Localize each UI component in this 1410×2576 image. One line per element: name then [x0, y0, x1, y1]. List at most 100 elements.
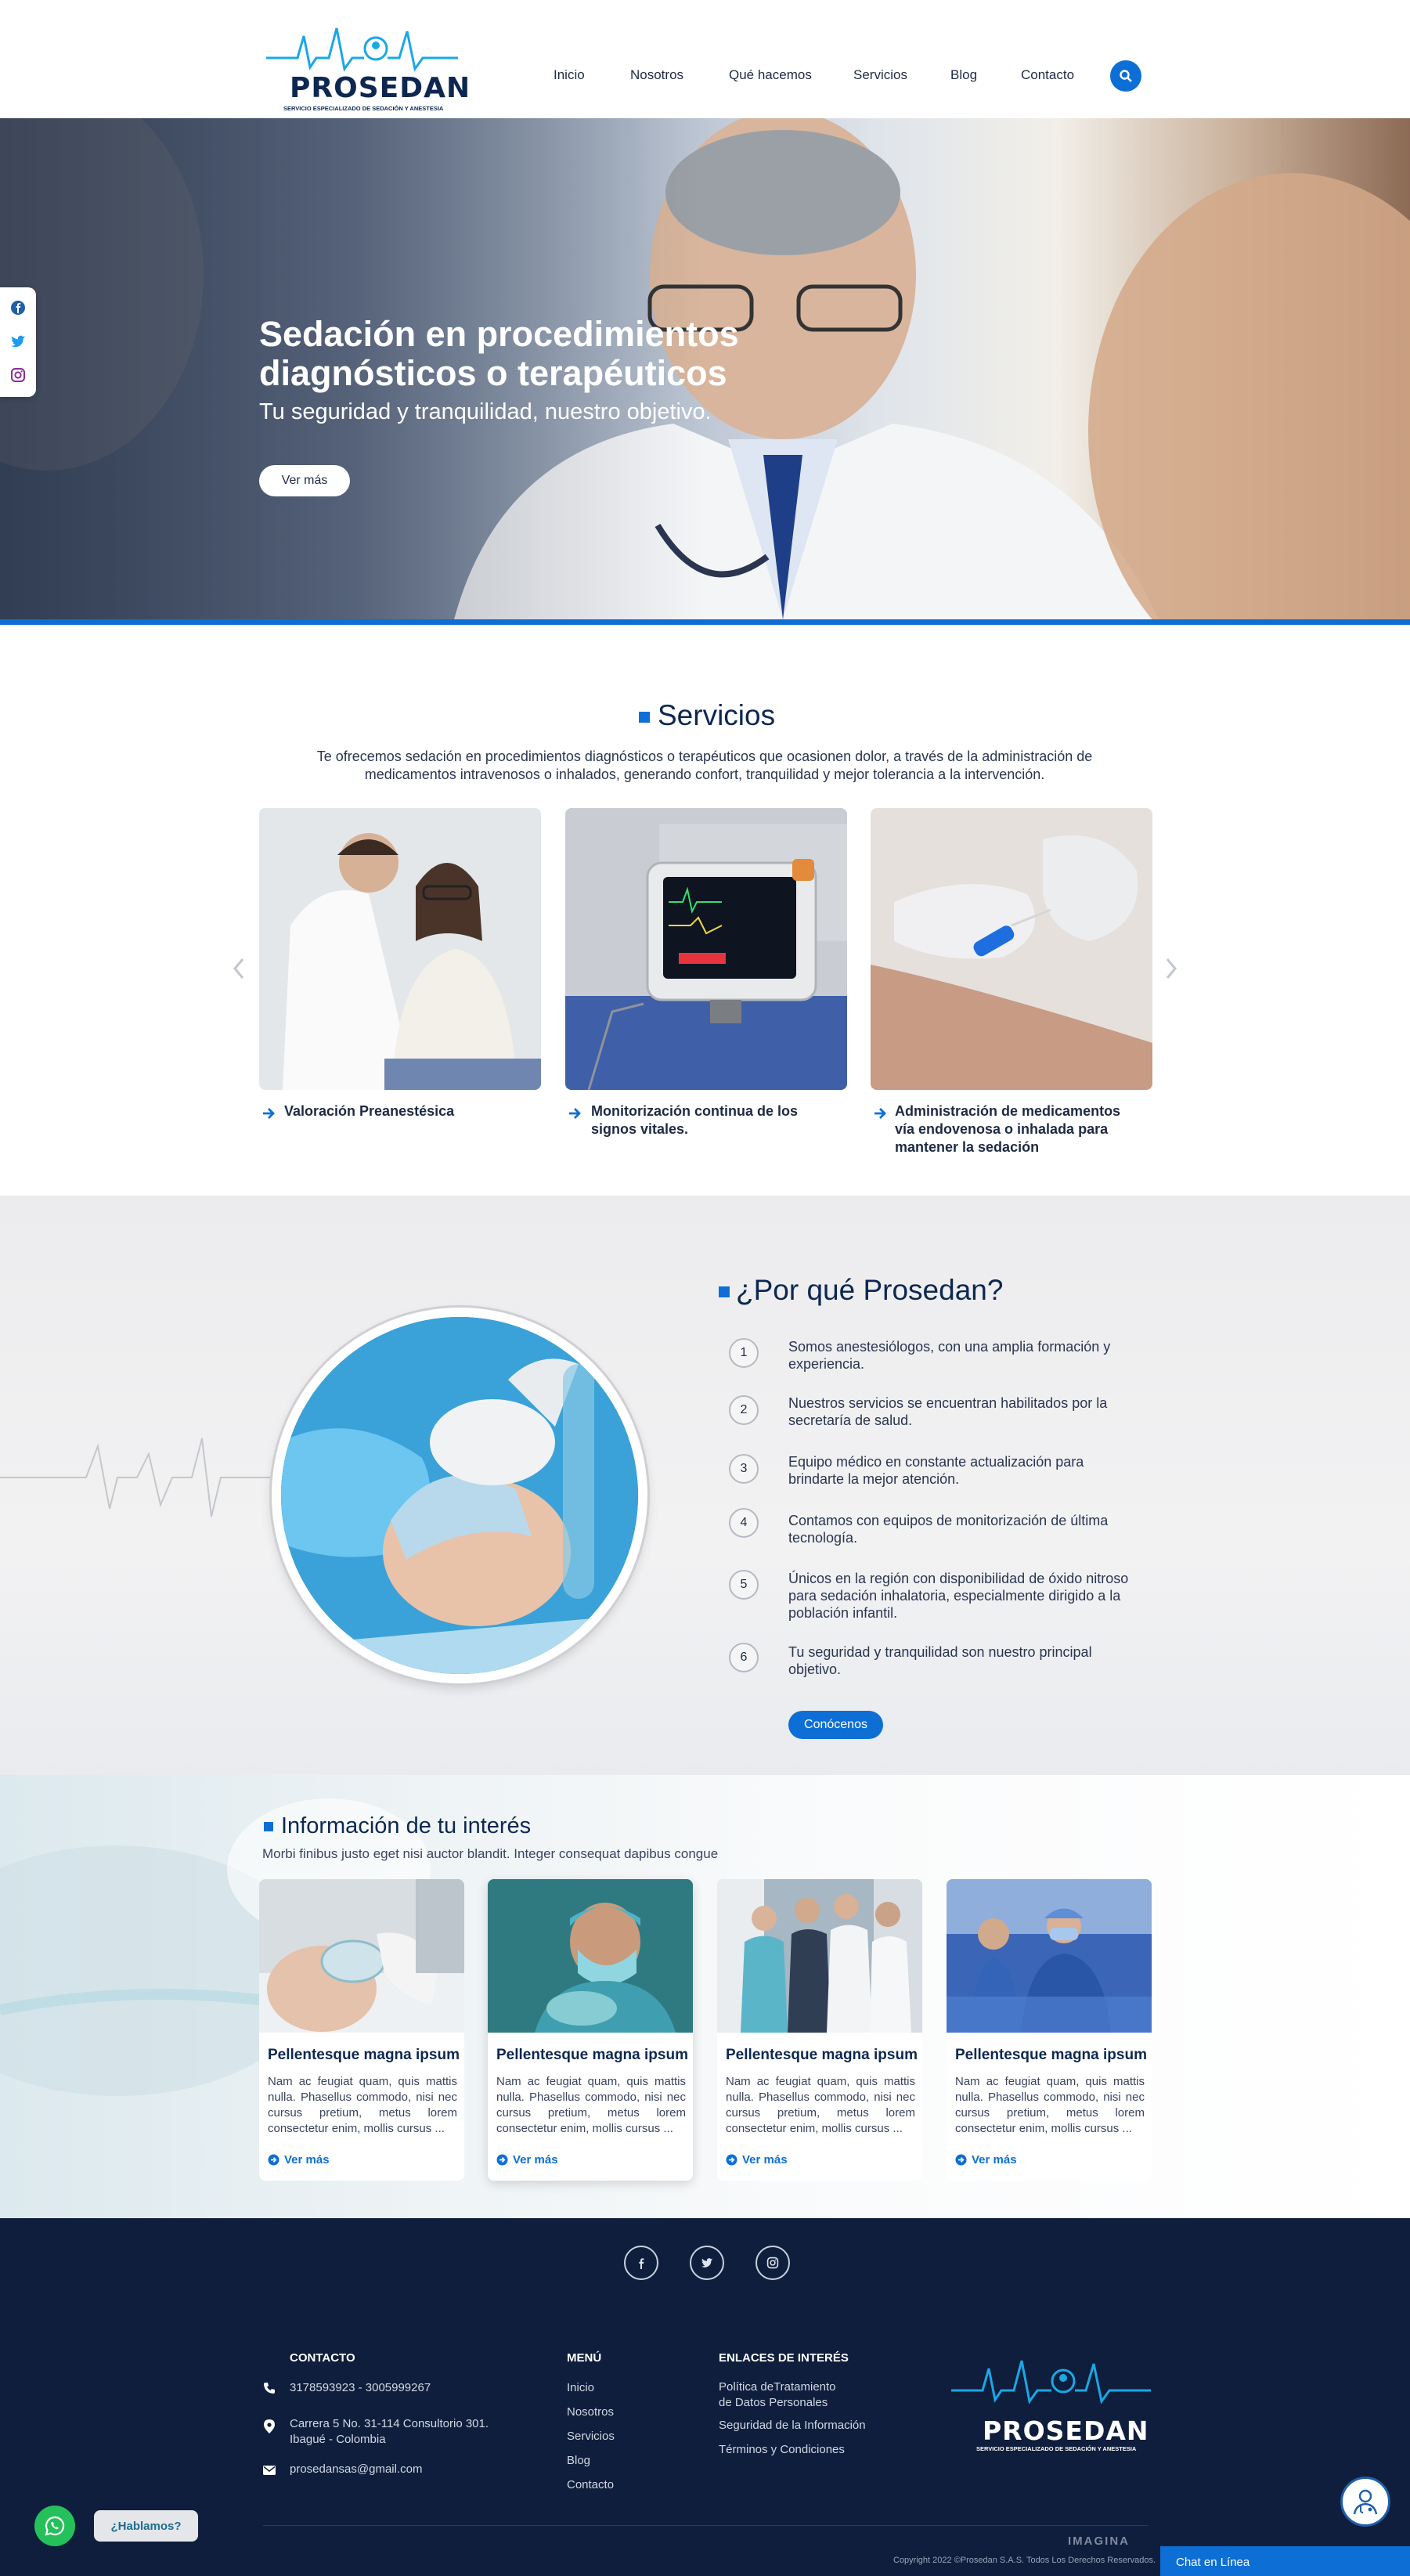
carousel-prev-icon[interactable]	[231, 957, 247, 980]
footer-link-privacy-1[interactable]: Política deTratamiento	[719, 2379, 836, 2395]
card-ver-mas-link[interactable]: Ver más	[496, 2153, 558, 2167]
footer-phone[interactable]: 3178593923 - 3005999267	[290, 2380, 431, 2396]
card-title[interactable]: Pellentesque magna ipsum	[955, 2047, 1147, 2064]
why-number-6: 6	[729, 1643, 759, 1672]
card-text: Nam ac feugiat quam, quis mattis nulla. …	[496, 2075, 686, 2135]
search-button[interactable]	[1110, 60, 1141, 92]
card-ver-mas-link[interactable]: Ver más	[726, 2153, 788, 2167]
nav-servicios[interactable]: Servicios	[853, 67, 907, 83]
footer-menu-title: MENÚ	[567, 2351, 602, 2365]
why-item-1: Somos anestesiólogos, con una amplia for…	[788, 1339, 1111, 1372]
footer-address-line2: Ibagué - Colombia	[290, 2433, 386, 2446]
iv-procedure-photo	[871, 808, 1152, 1090]
logo[interactable]: PROSEDAN SERVICIO ESPECIALIZADO DE SEDAC…	[266, 16, 470, 114]
footer-link-privacy-2[interactable]: de Datos Personales	[719, 2395, 828, 2411]
info-card-2[interactable]: Pellentesque magna ipsum Nam ac feugiat …	[488, 1879, 693, 2181]
card-ver-mas-label: Ver más	[284, 2153, 330, 2167]
footer-menu-nosotros[interactable]: Nosotros	[567, 2405, 614, 2420]
why-number-4: 4	[729, 1508, 759, 1538]
footer-divider	[263, 2525, 1148, 2526]
footer-twitter-button[interactable]	[690, 2246, 724, 2280]
whatsapp-bubble[interactable]: ¿Hablamos?	[94, 2510, 198, 2542]
phone-icon	[264, 2383, 275, 2394]
why-item-6: Tu seguridad y tranquilidad son nuestro …	[788, 1644, 1092, 1677]
nav-que-hacemos[interactable]: Qué hacemos	[729, 67, 812, 83]
info-card-1[interactable]: Pellentesque magna ipsum Nam ac feugiat …	[259, 1879, 464, 2181]
why-image-sedation	[281, 1317, 638, 1674]
card-text: Nam ac feugiat quam, quis mattis nulla. …	[955, 2075, 1145, 2135]
info-card-4[interactable]: Pellentesque magna ipsum Nam ac feugiat …	[947, 1879, 1152, 2181]
nav-nosotros[interactable]: Nosotros	[630, 67, 683, 83]
card-text: Nam ac feugiat quam, quis mattis nulla. …	[726, 2075, 915, 2135]
card-text: Nam ac feugiat quam, quis mattis nulla. …	[268, 2075, 457, 2135]
twitter-icon[interactable]	[10, 334, 26, 349]
agency-logo[interactable]: IMAGINA	[1068, 2535, 1130, 2548]
why-number-3: 3	[729, 1454, 759, 1484]
nav-contacto[interactable]: Contacto	[1021, 67, 1074, 83]
footer-link-security[interactable]: Seguridad de la Información	[719, 2418, 866, 2433]
card-title[interactable]: Pellentesque magna ipsum	[726, 2047, 918, 2064]
why-number-5: 5	[729, 1570, 759, 1600]
card-image-patient-mask	[259, 1879, 464, 2033]
services-description: Te ofrecemos sedación en procedimientos …	[316, 749, 1093, 782]
why-number-2: 2	[729, 1395, 759, 1425]
service-image-monitorizacion[interactable]	[565, 808, 847, 1090]
footer-menu-contacto[interactable]: Contacto	[567, 2477, 614, 2493]
hero-title: Sedación en procedimientos diagnósticos …	[259, 314, 739, 393]
services-title: Servicios	[639, 699, 775, 732]
instagram-icon	[766, 2257, 779, 2269]
instagram-icon[interactable]	[10, 367, 26, 383]
social-float-bar	[0, 287, 36, 397]
why-item-3: Equipo médico en constante actualización…	[788, 1454, 1084, 1487]
footer-email[interactable]: prosedansas@gmail.com	[290, 2462, 422, 2477]
chat-online-bar[interactable]: Chat en Línea	[1160, 2546, 1410, 2576]
service-image-valoracion[interactable]	[259, 808, 541, 1090]
service-label-valoracion[interactable]: Valoración Preanestésica	[284, 1102, 519, 1120]
footer-logo[interactable]: PROSEDAN SERVICIO ESPECIALIZADO DE SEDAC…	[951, 2353, 1151, 2462]
hero-subtitle: Tu seguridad y tranquilidad, nuestro obj…	[259, 399, 712, 424]
carousel-next-icon[interactable]	[1163, 957, 1179, 980]
service-label-monitorizacion[interactable]: Monitorización continua de los signos vi…	[591, 1102, 818, 1138]
info-subtitle: Morbi finibus justo eget nisi auctor bla…	[262, 1846, 719, 1861]
info-title: Información de tu interés	[264, 1813, 531, 1839]
copyright: Copyright 2022 ©Prosedan S.A.S. Todos Lo…	[893, 2556, 1156, 2565]
service-image-administracion[interactable]	[871, 808, 1152, 1090]
footer-menu-inicio[interactable]: Inicio	[567, 2380, 594, 2396]
footer-link-terms[interactable]: Términos y Condiciones	[719, 2442, 845, 2458]
card-image-medical-team	[717, 1879, 922, 2033]
footer-menu-servicios[interactable]: Servicios	[567, 2429, 615, 2444]
card-title[interactable]: Pellentesque magna ipsum	[496, 2047, 688, 2064]
why-item-2: Nuestros servicios se encuentran habilit…	[788, 1395, 1108, 1428]
nav-blog[interactable]: Blog	[950, 67, 977, 83]
footer-menu-blog[interactable]: Blog	[567, 2453, 590, 2469]
arrow-circle-icon	[496, 2154, 508, 2166]
facebook-icon[interactable]	[10, 300, 26, 316]
footer-instagram-button[interactable]	[755, 2246, 790, 2280]
hero-ver-mas-button[interactable]: Ver más	[259, 465, 350, 496]
footer-logo-subtitle: SERVICIO ESPECIALIZADO DE SEDACIÓN Y ANE…	[976, 2445, 1137, 2452]
arrow-right-icon	[874, 1108, 886, 1119]
card-ver-mas-link[interactable]: Ver más	[268, 2153, 330, 2167]
whatsapp-button[interactable]	[34, 2506, 75, 2546]
nav-inicio[interactable]: Inicio	[554, 67, 585, 83]
card-image-surgeon	[488, 1879, 693, 2033]
email-icon	[263, 2466, 276, 2475]
card-title[interactable]: Pellentesque magna ipsum	[268, 2047, 460, 2064]
footer-logo-title: PROSEDAN	[983, 2415, 1149, 2446]
doctor-chat-badge[interactable]	[1340, 2477, 1390, 2527]
footer-contact-title: CONTACTO	[290, 2351, 355, 2365]
info-section	[0, 1775, 1410, 2218]
conocenos-button[interactable]: Conócenos	[788, 1711, 883, 1739]
why-title: ¿Por qué Prosedan?	[719, 1274, 1003, 1307]
info-card-3[interactable]: Pellentesque magna ipsum Nam ac feugiat …	[717, 1879, 922, 2181]
service-label-administracion[interactable]: Administración de medicamentos vía endov…	[895, 1102, 1138, 1156]
heartbeat-decoration-icon	[0, 1438, 282, 1517]
monitor-photo	[565, 808, 847, 1090]
site-header: PROSEDAN SERVICIO ESPECIALIZADO DE SEDAC…	[0, 0, 1410, 118]
card-ver-mas-link[interactable]: Ver más	[955, 2153, 1017, 2167]
info-title-text: Información de tu interés	[281, 1813, 532, 1838]
arrow-circle-icon	[726, 2154, 737, 2166]
why-number-1: 1	[729, 1338, 759, 1368]
twitter-icon	[701, 2258, 713, 2268]
footer-facebook-button[interactable]	[624, 2246, 658, 2280]
